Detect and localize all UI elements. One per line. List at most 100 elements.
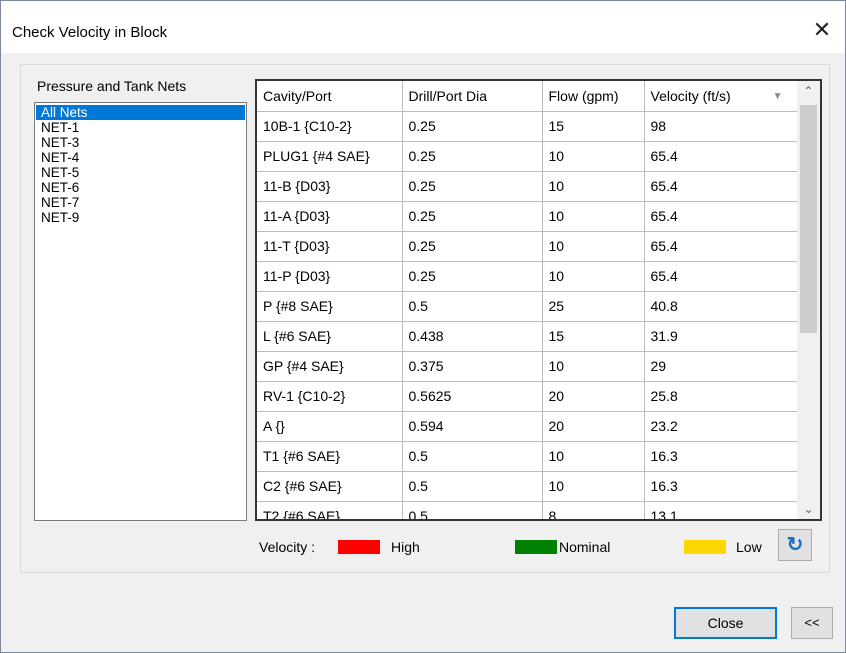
legend-high-swatch [338,540,380,554]
net-item[interactable]: NET-1 [36,120,245,135]
cell-flow[interactable]: 20 [541,410,645,442]
cell-flow[interactable]: 20 [541,380,645,412]
cell-flow[interactable]: 10 [541,350,645,382]
cell-drill-port-dia[interactable]: 0.25 [401,260,543,292]
net-item[interactable]: NET-5 [36,165,245,180]
cell-velocity[interactable]: 16.3 [643,470,798,502]
cell-drill-port-dia[interactable]: 0.25 [401,230,543,262]
cell-velocity[interactable]: 65.4 [643,260,798,292]
net-item[interactable]: NET-9 [36,210,245,225]
table-row[interactable]: 11-B {D03} 0.25 10 65.4 [257,170,798,202]
column-header-cavity-port[interactable]: Cavity/Port [257,81,403,112]
cell-cavity-port[interactable]: T2 {#6 SAE} [257,500,403,519]
cell-velocity[interactable]: 65.4 [643,140,798,172]
column-header-drill-port-dia[interactable]: Drill/Port Dia [401,81,543,112]
cell-drill-port-dia[interactable]: 0.5 [401,470,543,502]
close-button[interactable]: Close [674,607,777,639]
cell-drill-port-dia[interactable]: 0.25 [401,200,543,232]
scroll-down-icon[interactable]: ⌄ [797,499,820,519]
cell-cavity-port[interactable]: GP {#4 SAE} [257,350,403,382]
cell-cavity-port[interactable]: 11-A {D03} [257,200,403,232]
cell-cavity-port[interactable]: 11-P {D03} [257,260,403,292]
cell-drill-port-dia[interactable]: 0.25 [401,170,543,202]
cell-flow[interactable]: 8 [541,500,645,519]
cell-cavity-port[interactable]: 11-T {D03} [257,230,403,262]
cell-flow[interactable]: 10 [541,140,645,172]
cell-drill-port-dia[interactable]: 0.5 [401,290,543,322]
cell-cavity-port[interactable]: T1 {#6 SAE} [257,440,403,472]
table-row[interactable]: 11-P {D03} 0.25 10 65.4 [257,260,798,292]
table-row[interactable]: 11-T {D03} 0.25 10 65.4 [257,230,798,262]
table-row[interactable]: L {#6 SAE} 0.438 15 31.9 [257,320,798,352]
cell-flow[interactable]: 10 [541,200,645,232]
table-row[interactable]: C2 {#6 SAE} 0.5 10 16.3 [257,470,798,502]
collapse-button[interactable]: << [791,607,833,639]
cell-drill-port-dia[interactable]: 0.5 [401,440,543,472]
legend-nominal-label: Nominal [559,539,611,555]
cell-cavity-port[interactable]: RV-1 {C10-2} [257,380,403,412]
cell-flow[interactable]: 10 [541,170,645,202]
velocity-grid[interactable]: Cavity/Port Drill/Port Dia Flow (gpm) ▼ V… [255,79,822,521]
legend-nominal-swatch [515,540,557,554]
cell-velocity[interactable]: 25.8 [643,380,798,412]
table-row[interactable]: PLUG1 {#4 SAE} 0.25 10 65.4 [257,140,798,172]
cell-flow[interactable]: 15 [541,110,645,142]
cell-drill-port-dia[interactable]: 0.25 [401,140,543,172]
column-header-velocity[interactable]: ▼ Velocity (ft/s) [643,81,798,112]
nets-list[interactable]: All Nets NET-1 NET-3 NET-4 NET-5 NET-6 N… [34,102,247,521]
cell-velocity[interactable]: 31.9 [643,320,798,352]
cell-velocity[interactable]: 23.2 [643,410,798,442]
cell-flow[interactable]: 10 [541,230,645,262]
cell-drill-port-dia[interactable]: 0.5 [401,500,543,519]
cell-velocity[interactable]: 13.1 [643,500,798,519]
column-header-velocity-label: Velocity (ft/s) [650,87,731,104]
cell-drill-port-dia[interactable]: 0.375 [401,350,543,382]
legend-low-label: Low [736,539,762,555]
cell-cavity-port[interactable]: PLUG1 {#4 SAE} [257,140,403,172]
cell-cavity-port[interactable]: L {#6 SAE} [257,320,403,352]
table-row[interactable]: P {#8 SAE} 0.5 25 40.8 [257,290,798,322]
cell-cavity-port[interactable]: P {#8 SAE} [257,290,403,322]
net-item[interactable]: NET-4 [36,150,245,165]
cell-velocity[interactable]: 98 [643,110,798,142]
cell-velocity[interactable]: 16.3 [643,440,798,472]
table-row[interactable]: 11-A {D03} 0.25 10 65.4 [257,200,798,232]
table-row[interactable]: A {} 0.594 20 23.2 [257,410,798,442]
close-icon[interactable]: ✕ [807,15,837,45]
net-item[interactable]: NET-7 [36,195,245,210]
cell-velocity[interactable]: 40.8 [643,290,798,322]
refresh-button[interactable]: ↻ [778,529,812,561]
table-row[interactable]: GP {#4 SAE} 0.375 10 29 [257,350,798,382]
cell-flow[interactable]: 10 [541,440,645,472]
table-row[interactable]: T1 {#6 SAE} 0.5 10 16.3 [257,440,798,472]
table-row[interactable]: RV-1 {C10-2} 0.5625 20 25.8 [257,380,798,412]
nets-label: Pressure and Tank Nets [37,78,187,94]
cell-drill-port-dia[interactable]: 0.5625 [401,380,543,412]
net-item[interactable]: NET-6 [36,180,245,195]
table-row[interactable]: 10B-1 {C10-2} 0.25 15 98 [257,110,798,142]
vertical-scrollbar[interactable]: ⌃ ⌄ [797,81,820,519]
cell-cavity-port[interactable]: C2 {#6 SAE} [257,470,403,502]
cell-drill-port-dia[interactable]: 0.594 [401,410,543,442]
cell-drill-port-dia[interactable]: 0.438 [401,320,543,352]
cell-flow[interactable]: 25 [541,290,645,322]
cell-velocity[interactable]: 65.4 [643,200,798,232]
column-header-flow[interactable]: Flow (gpm) [541,81,645,112]
scroll-thumb[interactable] [800,105,817,333]
sort-descending-icon: ▼ [772,90,783,102]
net-item[interactable]: All Nets [36,105,245,120]
cell-cavity-port[interactable]: 10B-1 {C10-2} [257,110,403,142]
cell-cavity-port[interactable]: 11-B {D03} [257,170,403,202]
cell-velocity[interactable]: 29 [643,350,798,382]
cell-velocity[interactable]: 65.4 [643,170,798,202]
scroll-up-icon[interactable]: ⌃ [797,81,820,101]
table-row[interactable]: T2 {#6 SAE} 0.5 8 13.1 [257,500,798,519]
cell-drill-port-dia[interactable]: 0.25 [401,110,543,142]
cell-flow[interactable]: 10 [541,470,645,502]
cell-flow[interactable]: 10 [541,260,645,292]
cell-flow[interactable]: 15 [541,320,645,352]
cell-velocity[interactable]: 65.4 [643,230,798,262]
cell-cavity-port[interactable]: A {} [257,410,403,442]
net-item[interactable]: NET-3 [36,135,245,150]
legend-label: Velocity : [259,539,316,555]
